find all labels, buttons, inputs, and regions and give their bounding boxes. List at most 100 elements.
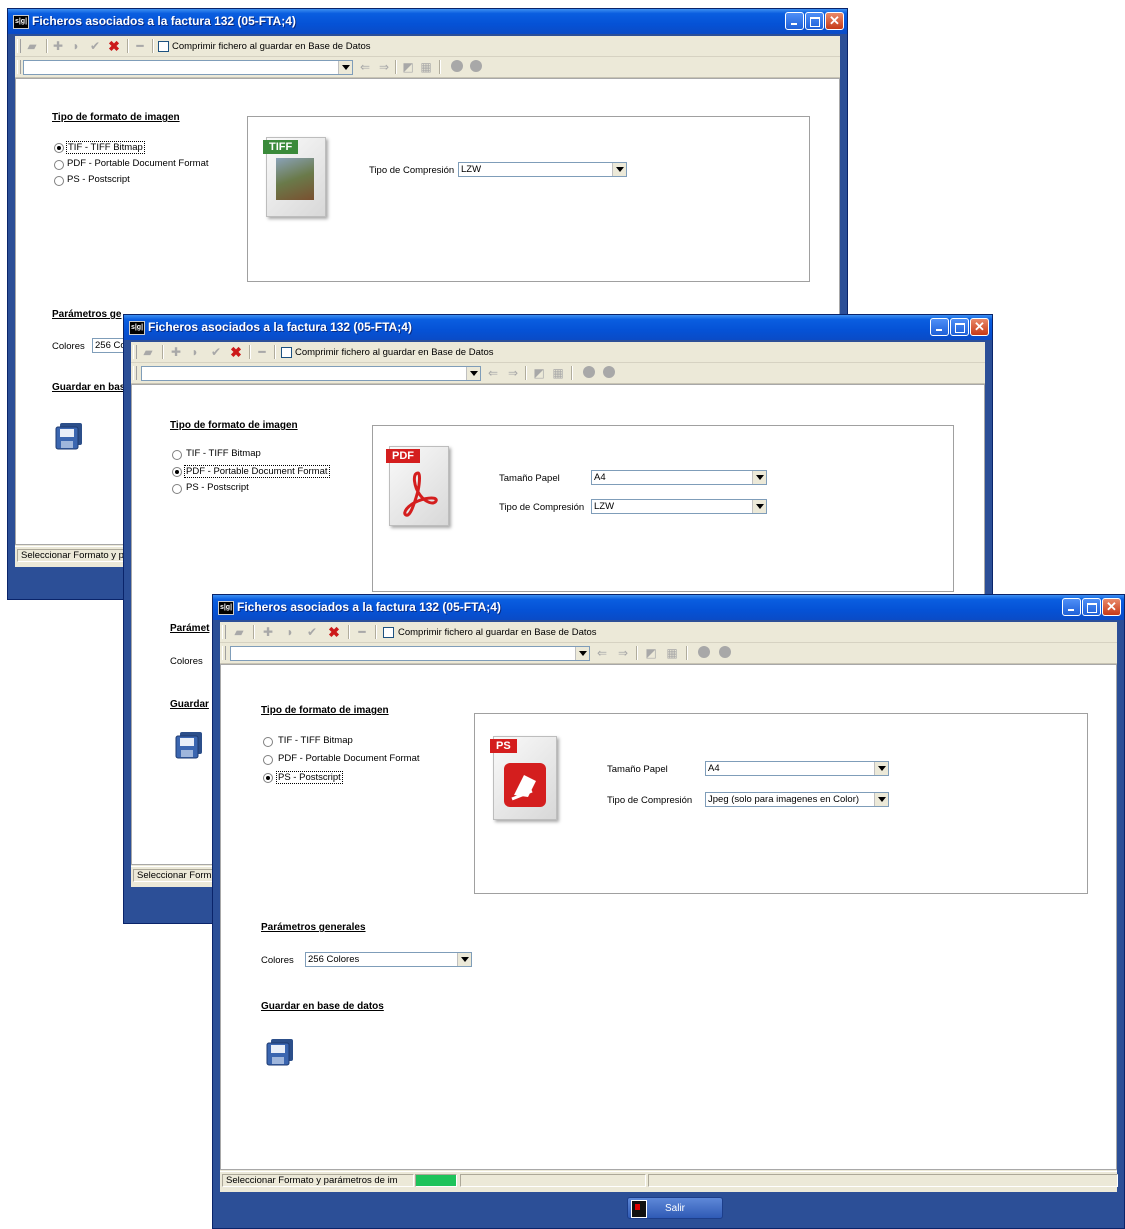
title-bar[interactable]: s|g| Ficheros asociados a la factura 132… xyxy=(8,9,847,34)
record-dot-icon[interactable] xyxy=(603,366,615,378)
delete-icon[interactable]: ✖ xyxy=(107,39,121,53)
record-dot-icon[interactable] xyxy=(451,60,463,72)
chevron-down-icon[interactable] xyxy=(874,793,888,806)
paper-size-select[interactable]: A4 xyxy=(705,761,889,776)
chevron-down-icon[interactable] xyxy=(612,163,626,176)
minus-icon[interactable]: ━ xyxy=(133,39,147,53)
minimize-icon xyxy=(786,13,803,29)
open-folder-icon[interactable]: ▰ xyxy=(232,625,246,639)
maximize-button[interactable] xyxy=(1082,598,1101,616)
record-selector[interactable] xyxy=(23,60,353,75)
toolbar-actions: ▰ ✚ ◗ ✔ ✖ ━ Comprimir fichero al guardar… xyxy=(15,36,840,57)
delete-icon[interactable]: ✖ xyxy=(327,625,341,639)
status-cell xyxy=(648,1174,1118,1187)
edit-icon[interactable]: ◗ xyxy=(188,345,202,359)
title-bar[interactable]: s|g| Ficheros asociados a la factura 132… xyxy=(213,595,1124,620)
save-record-icon[interactable]: ◩ xyxy=(532,366,546,380)
radio-tif[interactable] xyxy=(54,143,64,153)
open-folder-icon[interactable]: ▰ xyxy=(141,345,155,359)
toolbar-navigation: ⇐ ⇒ ◩ ▦ xyxy=(131,363,985,384)
chevron-down-icon[interactable] xyxy=(752,471,766,484)
compression-select[interactable]: LZW xyxy=(458,162,627,177)
acrobat-icon xyxy=(403,471,438,517)
chevron-down-icon[interactable] xyxy=(466,367,480,380)
minimize-button[interactable] xyxy=(930,318,949,336)
record-dot-icon[interactable] xyxy=(698,646,710,658)
arrow-left-icon[interactable]: ⇐ xyxy=(486,366,500,380)
chevron-down-icon[interactable] xyxy=(752,500,766,513)
compression-select[interactable]: Jpeg (solo para imagenes en Color) xyxy=(705,792,889,807)
print-icon[interactable]: ▦ xyxy=(419,60,433,74)
toolbar-separator xyxy=(571,366,573,380)
print-icon[interactable]: ▦ xyxy=(551,366,565,380)
arrow-right-icon[interactable]: ⇒ xyxy=(616,646,630,660)
record-dot-icon[interactable] xyxy=(583,366,595,378)
minimize-button[interactable] xyxy=(785,12,804,30)
title-bar[interactable]: s|g| Ficheros asociados a la factura 132… xyxy=(124,315,992,340)
accept-icon[interactable]: ✔ xyxy=(305,625,319,639)
general-section-title: Parámetros ge xyxy=(52,309,122,320)
save-to-db-icon[interactable] xyxy=(265,1037,295,1067)
save-to-db-icon[interactable] xyxy=(174,730,204,760)
status-cell: Seleccionar Form xyxy=(133,869,213,882)
add-icon[interactable]: ✚ xyxy=(51,39,65,53)
toolbar-grip[interactable] xyxy=(17,60,21,74)
close-button[interactable]: ✕ xyxy=(1102,598,1121,616)
chevron-down-icon[interactable] xyxy=(874,762,888,775)
radio-ps[interactable] xyxy=(54,176,64,186)
db-section-title: Guardar en bas xyxy=(52,382,126,393)
paper-size-select[interactable]: A4 xyxy=(591,470,767,485)
radio-pdf[interactable] xyxy=(54,160,64,170)
record-dot-icon[interactable] xyxy=(470,60,482,72)
edit-icon[interactable]: ◗ xyxy=(69,39,83,53)
record-selector[interactable] xyxy=(230,646,590,661)
add-icon[interactable]: ✚ xyxy=(261,625,275,639)
open-folder-icon[interactable]: ▰ xyxy=(25,39,39,53)
radio-pdf[interactable] xyxy=(172,467,182,477)
toolbar-grip[interactable] xyxy=(222,625,226,639)
minus-icon[interactable]: ━ xyxy=(255,345,269,359)
arrow-left-icon[interactable]: ⇐ xyxy=(595,646,609,660)
compress-checkbox[interactable] xyxy=(158,41,169,52)
save-to-db-icon[interactable] xyxy=(54,421,84,451)
radio-tif[interactable] xyxy=(263,737,273,747)
maximize-button[interactable] xyxy=(805,12,824,30)
print-icon[interactable]: ▦ xyxy=(665,646,679,660)
edit-icon[interactable]: ◗ xyxy=(283,625,297,639)
toolbar-grip[interactable] xyxy=(17,39,21,53)
radio-tif[interactable] xyxy=(172,450,182,460)
toolbar-grip[interactable] xyxy=(133,345,137,359)
save-record-icon[interactable]: ◩ xyxy=(644,646,658,660)
record-dot-icon[interactable] xyxy=(719,646,731,658)
maximize-icon xyxy=(951,319,968,335)
accept-icon[interactable]: ✔ xyxy=(209,345,223,359)
compress-checkbox[interactable] xyxy=(383,627,394,638)
radio-pdf[interactable] xyxy=(263,755,273,765)
close-button[interactable]: ✕ xyxy=(825,12,844,30)
close-button[interactable]: ✕ xyxy=(970,318,989,336)
toolbar-grip[interactable] xyxy=(133,366,137,380)
exit-button[interactable]: Salir xyxy=(627,1197,723,1219)
toolbar-grip[interactable] xyxy=(222,646,226,660)
chevron-down-icon[interactable] xyxy=(457,953,471,966)
minimize-button[interactable] xyxy=(1062,598,1081,616)
maximize-button[interactable] xyxy=(950,318,969,336)
compression-select[interactable]: LZW xyxy=(591,499,767,514)
minus-icon[interactable]: ━ xyxy=(355,625,369,639)
chevron-down-icon[interactable] xyxy=(575,647,589,660)
arrow-right-icon[interactable]: ⇒ xyxy=(377,60,391,74)
radio-ps[interactable] xyxy=(172,484,182,494)
arrow-right-icon[interactable]: ⇒ xyxy=(506,366,520,380)
delete-icon[interactable]: ✖ xyxy=(229,345,243,359)
toolbar-separator xyxy=(249,345,251,359)
save-record-icon[interactable]: ◩ xyxy=(401,60,415,74)
chevron-down-icon[interactable] xyxy=(338,61,352,74)
arrow-left-icon[interactable]: ⇐ xyxy=(358,60,372,74)
compress-checkbox[interactable] xyxy=(281,347,292,358)
record-selector[interactable] xyxy=(141,366,481,381)
accept-icon[interactable]: ✔ xyxy=(88,39,102,53)
general-section-title: Parámet xyxy=(170,623,210,634)
add-icon[interactable]: ✚ xyxy=(169,345,183,359)
radio-ps[interactable] xyxy=(263,773,273,783)
colors-select[interactable]: 256 Colores xyxy=(305,952,472,967)
